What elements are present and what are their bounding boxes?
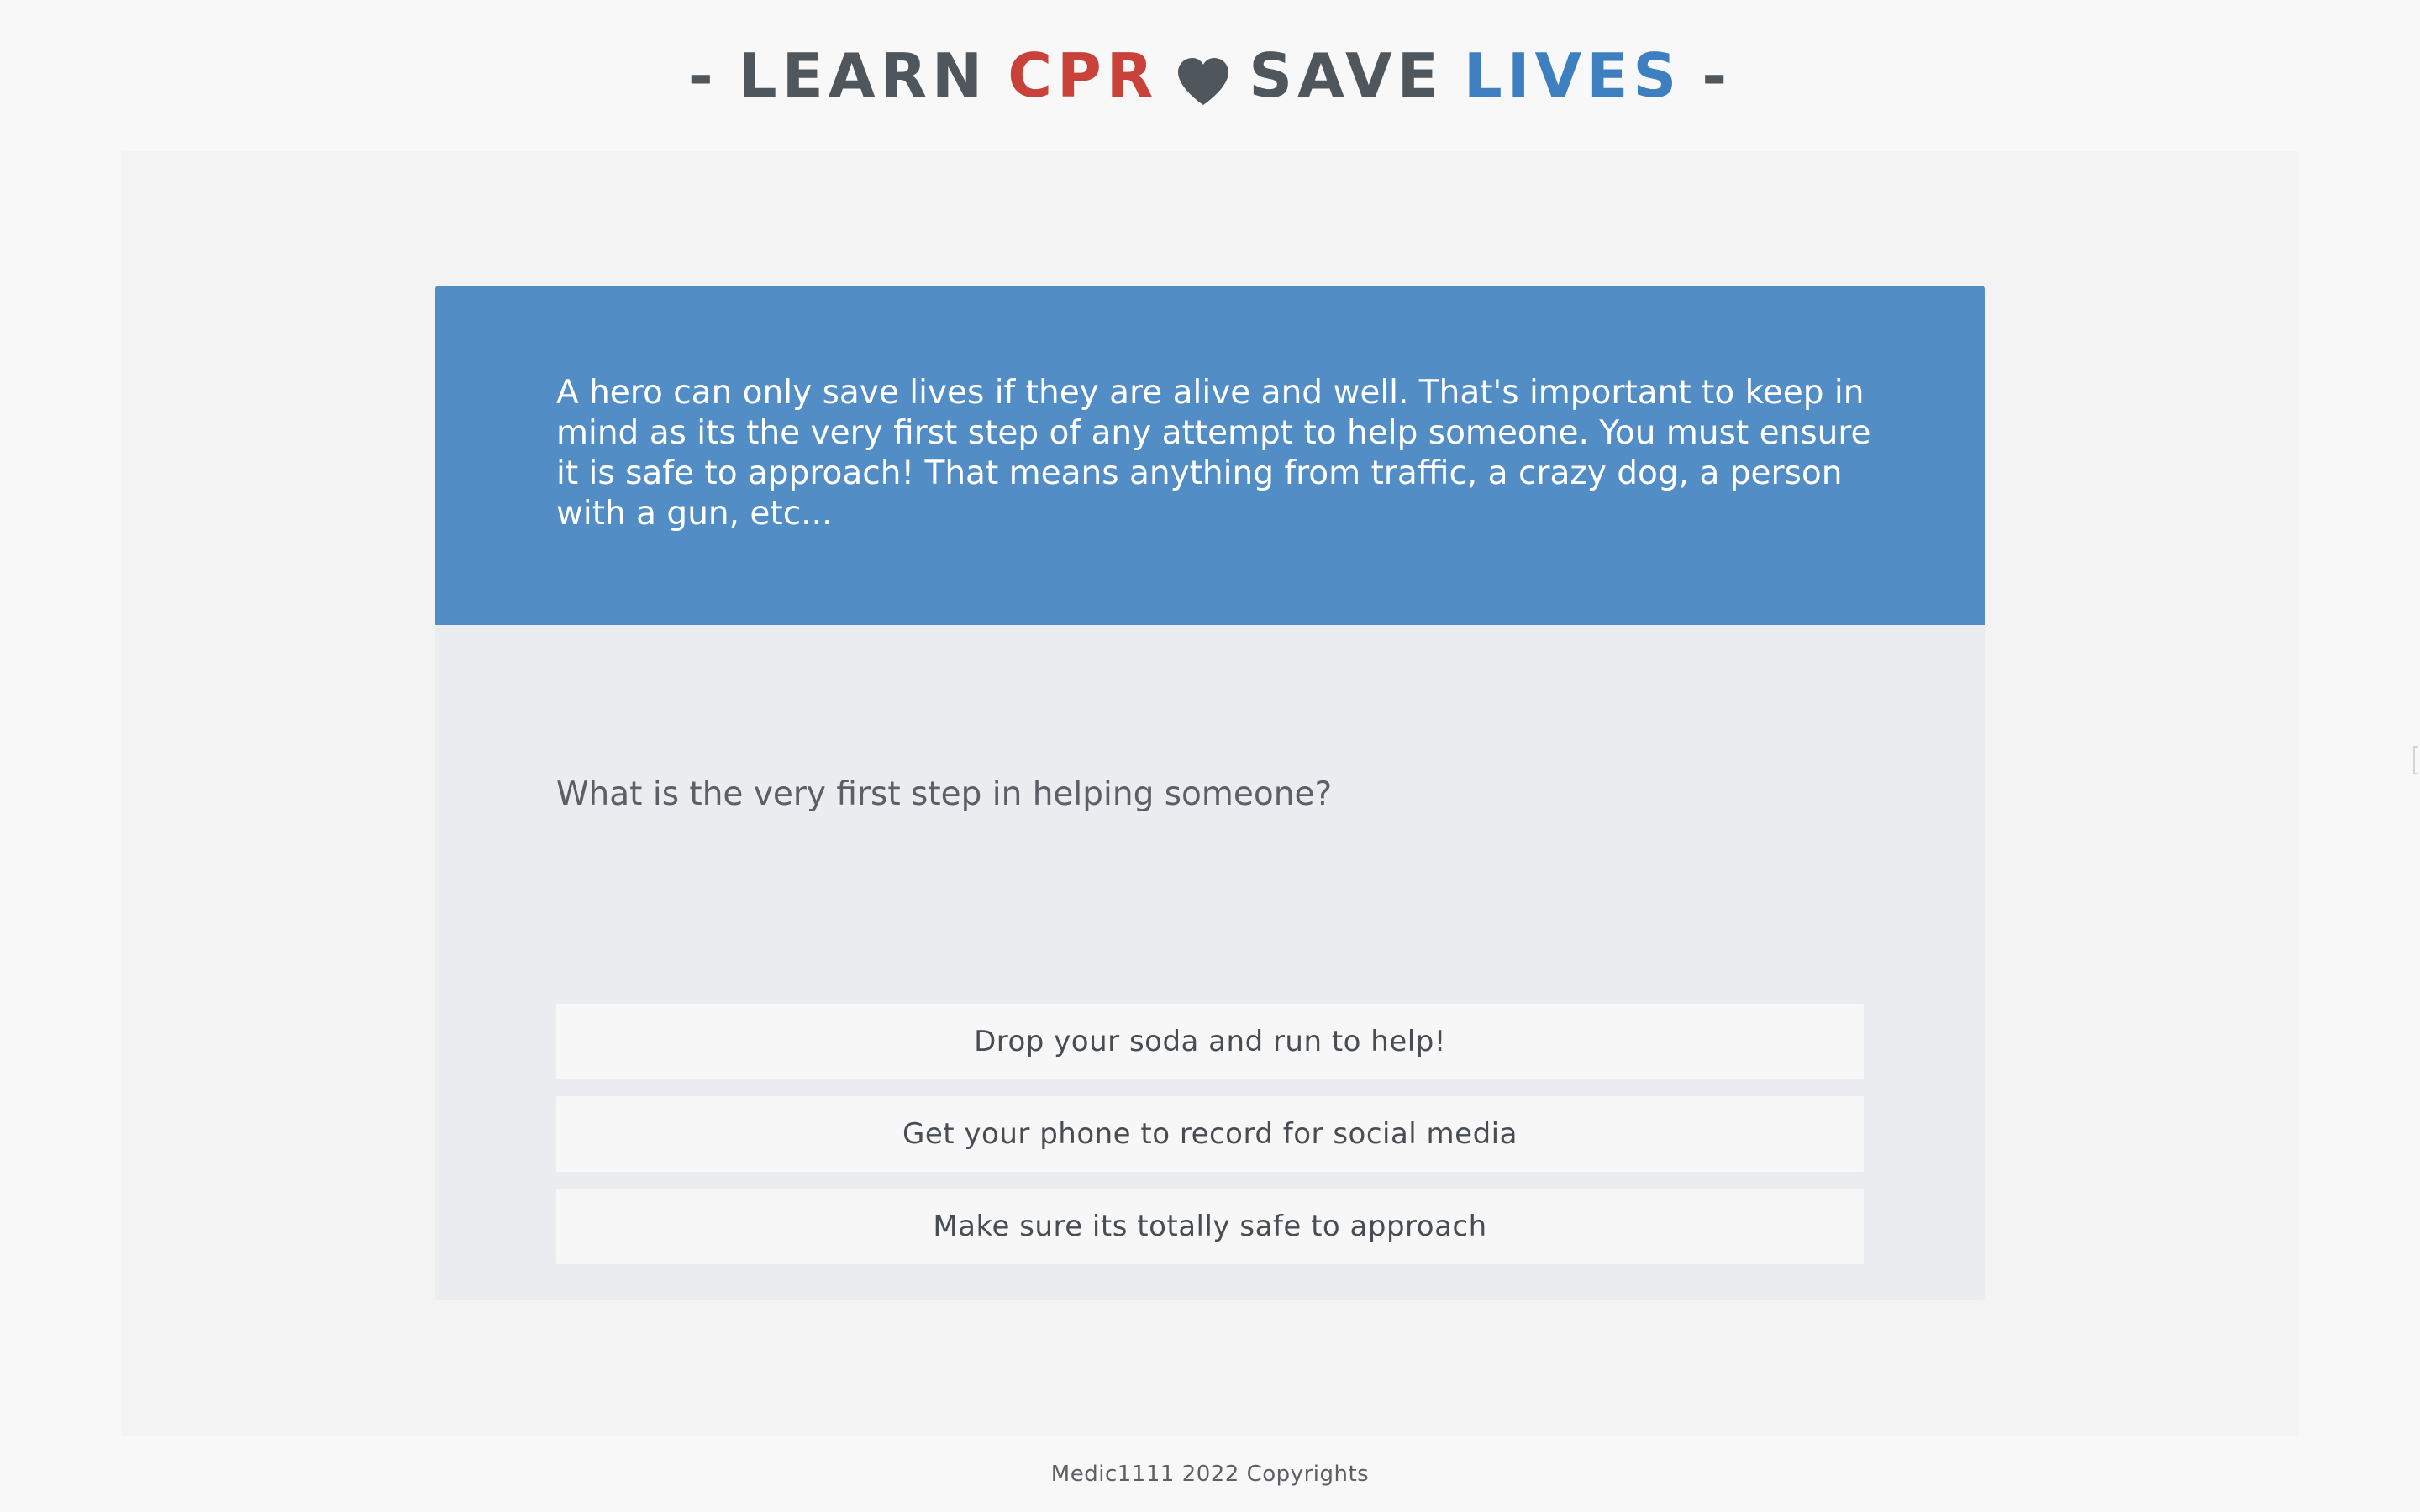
lesson-card: A hero can only save lives if they are a… — [435, 286, 1985, 1300]
title-word-cpr: CPR — [1007, 40, 1159, 111]
window-resize-handle[interactable] — [2413, 746, 2418, 774]
title-word-save: SAVE — [1249, 40, 1444, 111]
heart-icon — [1176, 50, 1230, 105]
answer-button-3[interactable]: Make sure its totally safe to approach — [556, 1189, 1864, 1264]
info-text: A hero can only save lives if they are a… — [556, 374, 1871, 533]
title-suffix-dash: - — [1702, 40, 1733, 111]
title-word-lives: LIVES — [1463, 40, 1682, 111]
title-word-learn: LEARN — [738, 40, 988, 111]
page-footer: Medic1111 2022 Copyrights — [0, 1436, 2420, 1512]
main-stage: A hero can only save lives if they are a… — [121, 151, 2299, 1436]
page-title: - LEARN CPR SAVE LIVES - — [688, 40, 1732, 111]
answer-button-1[interactable]: Drop your soda and run to help! — [556, 1004, 1864, 1079]
title-prefix-dash: - — [687, 40, 718, 111]
answer-list: Drop your soda and run to help! Get your… — [556, 1004, 1864, 1281]
answer-button-2[interactable]: Get your phone to record for social medi… — [556, 1096, 1864, 1172]
question-text: What is the very first step in helping s… — [556, 775, 1333, 813]
info-banner: A hero can only save lives if they are a… — [435, 286, 1985, 625]
copyright-text: Medic1111 2022 Copyrights — [1050, 1462, 1370, 1487]
page-header: - LEARN CPR SAVE LIVES - — [0, 0, 2420, 151]
